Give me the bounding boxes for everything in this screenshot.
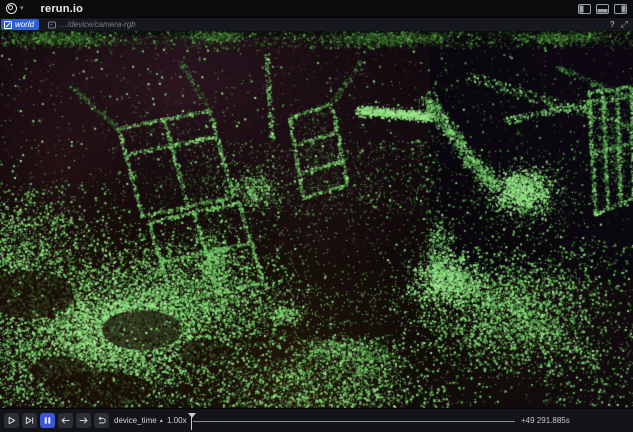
toggle-left-panel-button[interactable] [577,3,591,14]
sort-indicator-icon: ▲ [159,418,164,424]
timeline-name-label: device_time [114,416,157,425]
loop-button[interactable] [94,413,109,428]
play-button[interactable] [4,413,19,428]
step-back-button[interactable] [58,413,73,428]
bottom-panel-icon [596,4,609,14]
chevron-down-icon: ▾ [20,5,24,12]
app-title: rerun.io [41,3,84,15]
rerun-viewer-window: ▾ rerun.io [0,0,633,432]
fullscreen-icon[interactable]: ⤢ [621,20,628,29]
current-time-readout: +49 291.885s [521,416,570,425]
right-panel-icon [614,4,627,14]
pause-icon [42,415,53,426]
tab-world[interactable]: world [1,19,39,30]
top-bar: ▾ rerun.io [0,0,633,18]
timeline-select[interactable]: device_time ▲ [114,416,164,425]
help-button[interactable]: ? [610,20,615,29]
image-view-icon [48,21,56,29]
viewport-3d[interactable] [0,31,633,408]
viewport-tab-bar: world …/device/camera-rgb ? ⤢ [0,18,633,31]
playhead-marker[interactable] [188,413,196,418]
spatial-view-icon [4,21,12,29]
follow-icon [24,415,35,426]
arrow-right-icon [78,415,89,426]
pause-button[interactable] [40,413,55,428]
play-icon [6,415,17,426]
tab-camera-rgb[interactable]: …/device/camera-rgb [45,19,140,30]
toggle-bottom-panel-button[interactable] [595,3,609,14]
rerun-logo-icon [6,3,17,14]
follow-button[interactable] [22,413,37,428]
playhead-line [191,417,192,430]
step-forward-button[interactable] [76,413,91,428]
playback-speed[interactable]: 1.00x [167,416,187,425]
timeline-bar: device_time ▲ 1.00x +49 291.885s [0,408,633,432]
left-panel-icon [578,4,591,14]
arrow-left-icon [60,415,71,426]
loop-icon [96,415,107,426]
tab-camera-rgb-label: …/device/camera-rgb [59,20,135,29]
tab-world-label: world [15,20,34,29]
timeline-track[interactable] [193,421,515,422]
toggle-right-panel-button[interactable] [613,3,627,14]
app-menu-button[interactable]: ▾ [6,3,24,14]
